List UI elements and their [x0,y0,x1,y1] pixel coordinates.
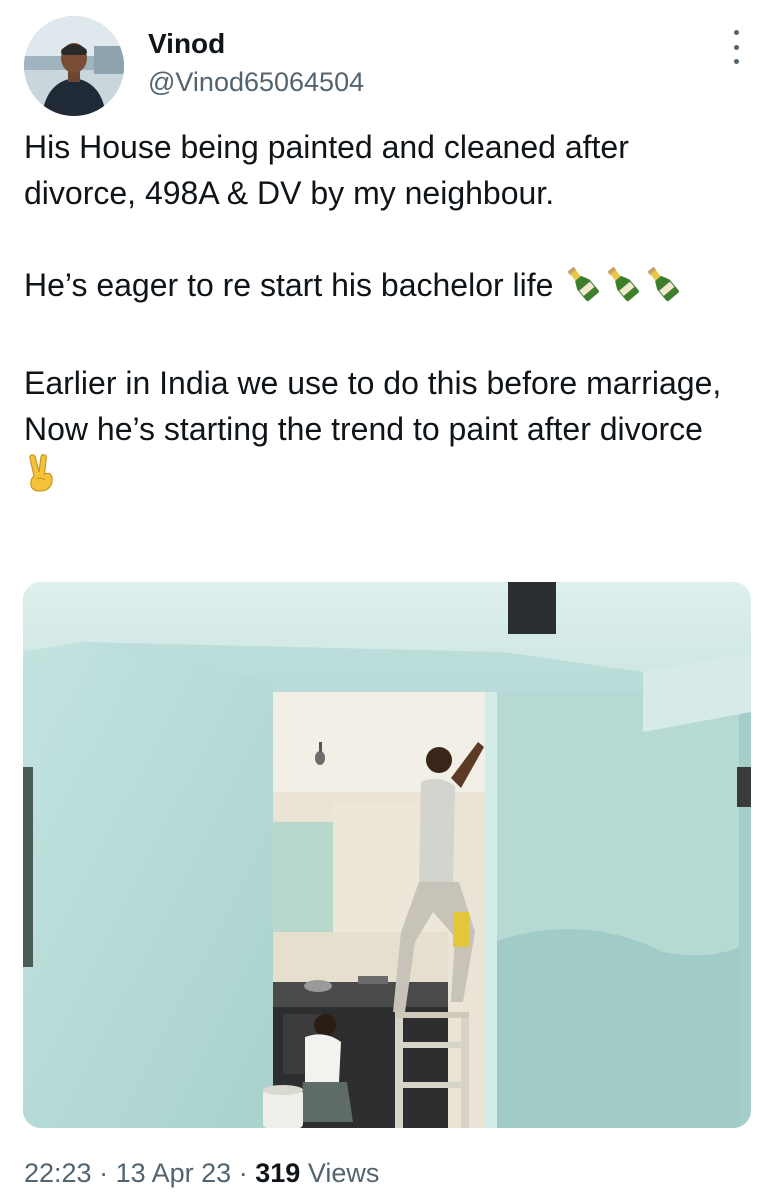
tweet-text: His House being painted and cleaned afte… [24,124,744,504]
champagne-bottle-icon [642,264,682,314]
tweet-time[interactable]: 22:23 [24,1158,92,1188]
champagne-bottle-icon [602,264,642,314]
tweet-photo[interactable] [23,582,751,1128]
views-label[interactable]: Views [308,1158,380,1188]
tweet-meta: 22:23 · 13 Apr 23 · 319 Views [24,1154,379,1192]
avatar-photo [24,16,124,116]
champagne-bottle-icon [562,264,602,314]
views-count[interactable]: 319 [255,1158,300,1188]
tweet-date[interactable]: 13 Apr 23 [116,1158,232,1188]
victory-hand-icon [24,454,58,504]
tweet-paragraph-3: Earlier in India we use to do this befor… [24,360,744,504]
avatar[interactable] [24,16,124,116]
tweet-paragraph-3-text: Earlier in India we use to do this befor… [24,365,722,447]
author-display-name[interactable]: Vinod [148,26,225,62]
author-handle[interactable]: @Vinod65064504 [148,64,364,100]
more-options-icon[interactable] [724,30,748,64]
tweet-paragraph-1: His House being painted and cleaned afte… [24,129,629,211]
champagne-emojis [562,267,682,303]
meta-separator: · [238,1158,248,1188]
tweet-paragraph-2-text: He’s eager to re start his bachelor life [24,267,554,303]
meta-separator: · [99,1158,109,1188]
photo-painting-room [23,582,751,1128]
tweet-paragraph-2: He’s eager to re start his bachelor life [24,262,744,314]
